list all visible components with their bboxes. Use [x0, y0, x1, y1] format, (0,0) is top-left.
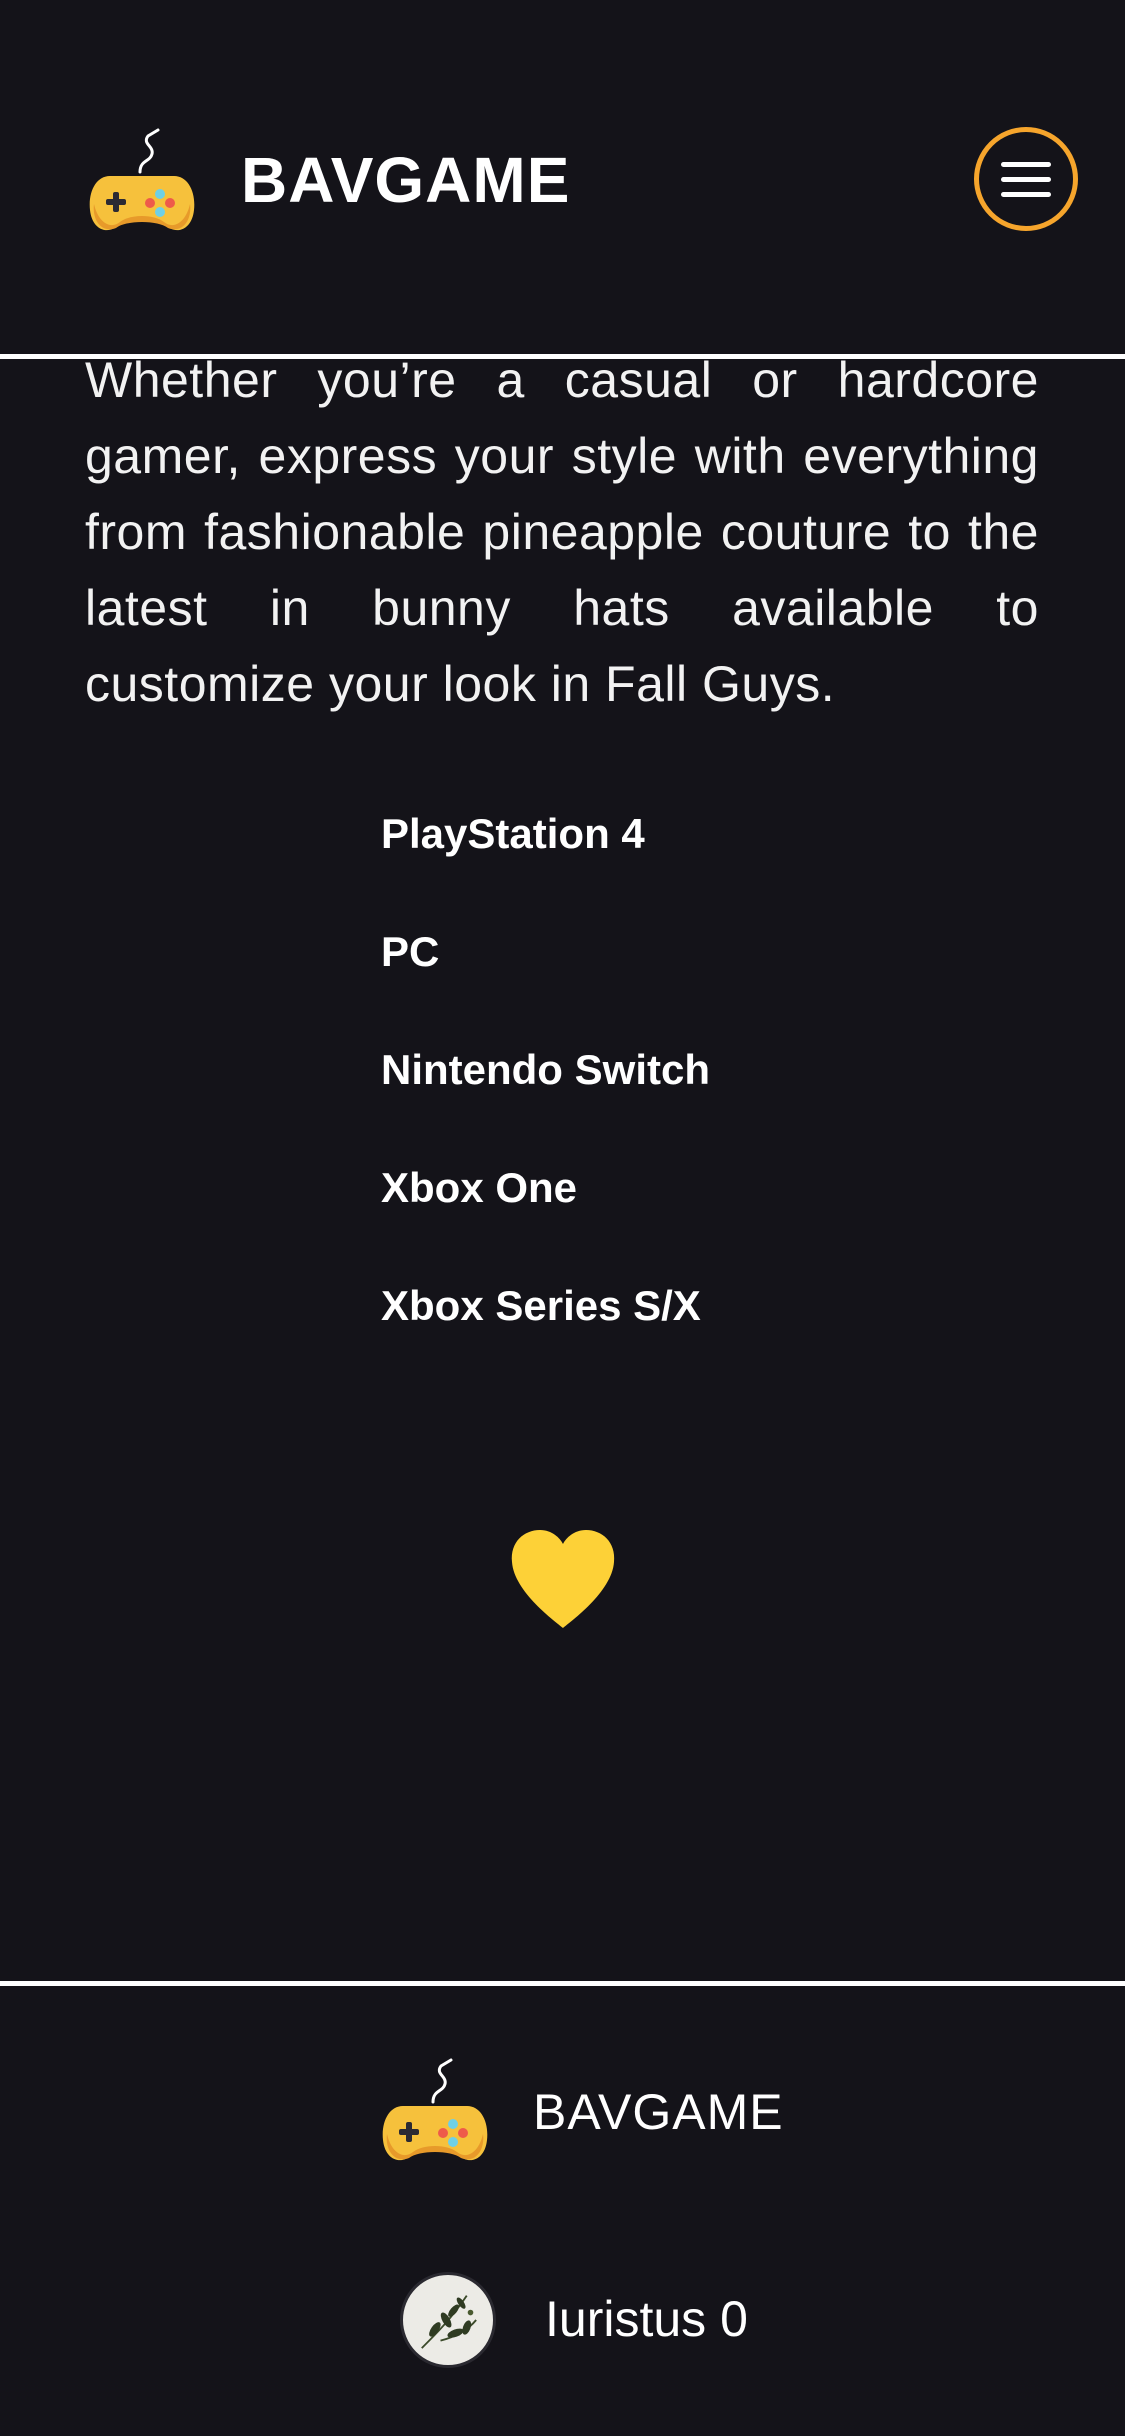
game-description: Whether you’re a casual or hardcore game… — [85, 352, 1039, 712]
user-name-text: Iuristus — [545, 2291, 707, 2347]
olive-branch-avatar-icon — [421, 2295, 477, 2349]
menu-button[interactable] — [974, 127, 1078, 231]
site-footer: BAVGAME Iuristus 0 — [0, 1981, 1125, 2436]
header-brand[interactable]: BAVGAME — [241, 140, 570, 220]
hamburger-bar — [1001, 177, 1051, 182]
platform-item: Xbox One — [381, 1164, 578, 1211]
user-count: 0 — [720, 2291, 748, 2347]
gamepad-icon[interactable] — [88, 126, 196, 236]
hamburger-menu-icon — [1001, 162, 1051, 167]
platform-list: PlayStation 4 PC Nintendo Switch Xbox On… — [381, 808, 710, 1398]
platform-item: Nintendo Switch — [381, 1046, 710, 1093]
platform-item: PlayStation 4 — [381, 810, 645, 857]
user-name[interactable]: Iuristus 0 — [545, 2289, 748, 2349]
game-detail-page: Whether you’re a casual or hardcore game… — [0, 0, 1125, 2436]
gamepad-icon[interactable] — [381, 2056, 489, 2166]
heart-icon[interactable] — [510, 1530, 616, 1630]
footer-brand[interactable]: BAVGAME — [533, 2082, 784, 2142]
platform-item: Xbox Series S/X — [381, 1282, 701, 1329]
user-avatar[interactable] — [400, 2272, 496, 2368]
site-header: BAVGAME — [0, 0, 1125, 359]
platform-item: PC — [381, 928, 440, 975]
hamburger-bar — [1001, 192, 1051, 197]
